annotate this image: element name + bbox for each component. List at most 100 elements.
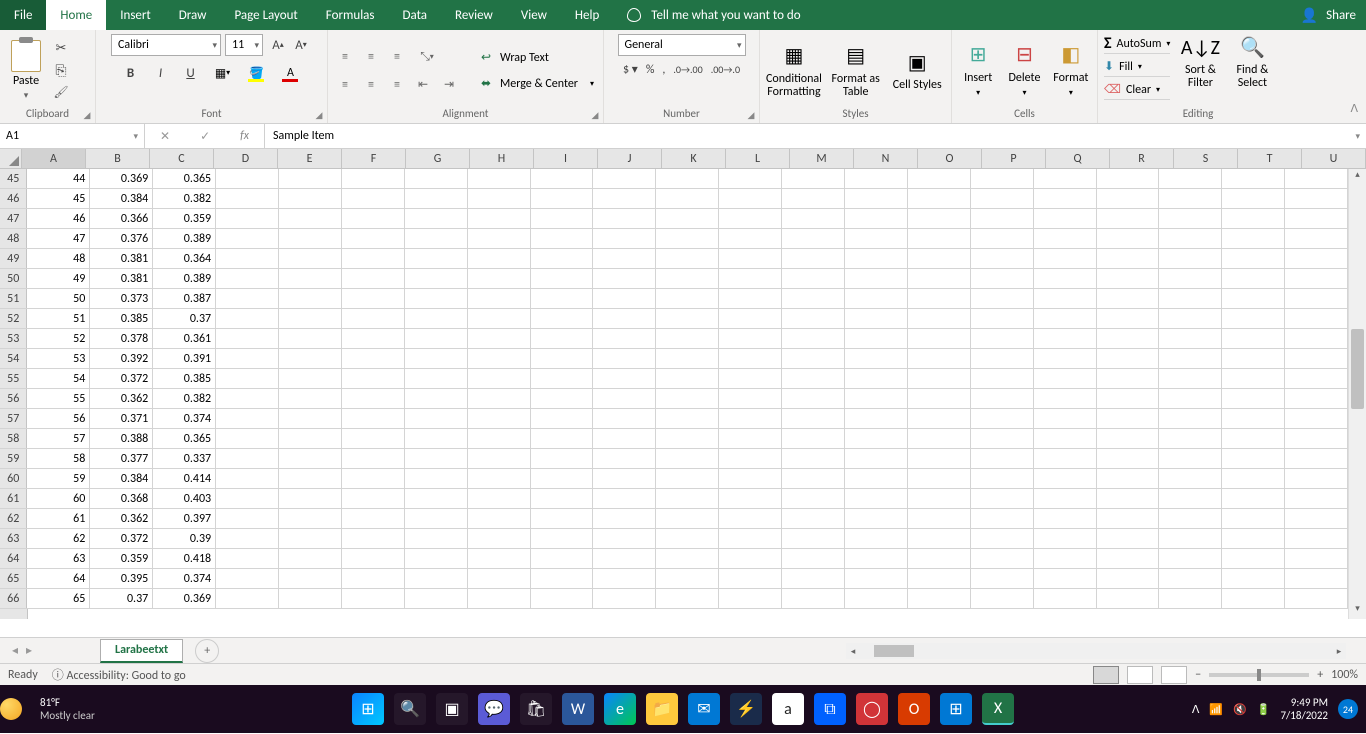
cell-C60[interactable]: 0.414 xyxy=(153,469,216,488)
cell-O45[interactable] xyxy=(908,169,971,188)
cell-I55[interactable] xyxy=(531,369,594,388)
cell-C59[interactable]: 0.337 xyxy=(153,449,216,468)
cell-K52[interactable] xyxy=(656,309,719,328)
cell-E48[interactable] xyxy=(279,229,342,248)
cell-G46[interactable] xyxy=(405,189,468,208)
cell-C64[interactable]: 0.418 xyxy=(153,549,216,568)
cell-T59[interactable] xyxy=(1222,449,1285,468)
office-app-icon[interactable]: O xyxy=(898,693,930,725)
cell-E56[interactable] xyxy=(279,389,342,408)
scroll-up-button[interactable]: ▴ xyxy=(1349,169,1366,185)
cell-R50[interactable] xyxy=(1097,269,1160,288)
cell-K46[interactable] xyxy=(656,189,719,208)
cell-I47[interactable] xyxy=(531,209,594,228)
cell-K53[interactable] xyxy=(656,329,719,348)
cell-B57[interactable]: 0.371 xyxy=(90,409,153,428)
cell-H53[interactable] xyxy=(468,329,531,348)
cell-F65[interactable] xyxy=(342,569,405,588)
tab-insert[interactable]: Insert xyxy=(106,0,165,30)
zoom-level[interactable]: 100% xyxy=(1331,668,1358,682)
cell-G53[interactable] xyxy=(405,329,468,348)
cell-U64[interactable] xyxy=(1285,549,1348,568)
decrease-decimal-button[interactable]: .00→.0 xyxy=(711,63,740,76)
insert-cells-button[interactable]: ⊞Insert▾ xyxy=(958,42,998,100)
cell-C53[interactable]: 0.361 xyxy=(153,329,216,348)
cell-C45[interactable]: 0.365 xyxy=(153,169,216,188)
select-all-button[interactable] xyxy=(0,149,22,168)
cell-E61[interactable] xyxy=(279,489,342,508)
align-top-button[interactable]: ≡ xyxy=(334,46,356,68)
increase-decimal-button[interactable]: .0→.00 xyxy=(673,63,702,76)
cell-C46[interactable]: 0.382 xyxy=(153,189,216,208)
number-format-combo[interactable]: General xyxy=(618,34,746,56)
cell-D60[interactable] xyxy=(216,469,279,488)
row-header-62[interactable]: 62 xyxy=(0,509,27,528)
cell-H55[interactable] xyxy=(468,369,531,388)
cell-I62[interactable] xyxy=(531,509,594,528)
cell-G52[interactable] xyxy=(405,309,468,328)
column-header-Q[interactable]: Q xyxy=(1046,149,1110,168)
cell-R55[interactable] xyxy=(1097,369,1160,388)
cell-C47[interactable]: 0.359 xyxy=(153,209,216,228)
row-header-49[interactable]: 49 xyxy=(0,249,27,268)
cell-S55[interactable] xyxy=(1159,369,1222,388)
cell-H64[interactable] xyxy=(468,549,531,568)
cell-N49[interactable] xyxy=(845,249,908,268)
cell-D58[interactable] xyxy=(216,429,279,448)
cell-E60[interactable] xyxy=(279,469,342,488)
cell-Q47[interactable] xyxy=(1034,209,1097,228)
cell-F49[interactable] xyxy=(342,249,405,268)
number-launcher[interactable]: ◢ xyxy=(745,109,757,121)
cell-N52[interactable] xyxy=(845,309,908,328)
cell-J45[interactable] xyxy=(593,169,656,188)
cell-C65[interactable]: 0.374 xyxy=(153,569,216,588)
cell-S48[interactable] xyxy=(1159,229,1222,248)
cell-B64[interactable]: 0.359 xyxy=(90,549,153,568)
cell-D59[interactable] xyxy=(216,449,279,468)
cell-G47[interactable] xyxy=(405,209,468,228)
cell-M53[interactable] xyxy=(782,329,845,348)
cell-F58[interactable] xyxy=(342,429,405,448)
cell-Q45[interactable] xyxy=(1034,169,1097,188)
tab-help[interactable]: Help xyxy=(561,0,613,30)
cell-E47[interactable] xyxy=(279,209,342,228)
cell-F56[interactable] xyxy=(342,389,405,408)
increase-indent-button[interactable]: ⇥ xyxy=(438,74,460,96)
cell-O56[interactable] xyxy=(908,389,971,408)
cell-H56[interactable] xyxy=(468,389,531,408)
cell-M65[interactable] xyxy=(782,569,845,588)
cell-I48[interactable] xyxy=(531,229,594,248)
cell-Q52[interactable] xyxy=(1034,309,1097,328)
cell-Q53[interactable] xyxy=(1034,329,1097,348)
cell-H58[interactable] xyxy=(468,429,531,448)
app-icon-1[interactable]: ⚡ xyxy=(730,693,762,725)
column-header-M[interactable]: M xyxy=(790,149,854,168)
cell-T52[interactable] xyxy=(1222,309,1285,328)
cell-Q58[interactable] xyxy=(1034,429,1097,448)
cell-S45[interactable] xyxy=(1159,169,1222,188)
cell-K49[interactable] xyxy=(656,249,719,268)
cell-D65[interactable] xyxy=(216,569,279,588)
cell-H63[interactable] xyxy=(468,529,531,548)
cell-T58[interactable] xyxy=(1222,429,1285,448)
cell-U53[interactable] xyxy=(1285,329,1348,348)
cell-D55[interactable] xyxy=(216,369,279,388)
cell-S53[interactable] xyxy=(1159,329,1222,348)
cell-P46[interactable] xyxy=(971,189,1034,208)
row-header-65[interactable]: 65 xyxy=(0,569,27,588)
cell-A51[interactable]: 50 xyxy=(27,289,90,308)
cell-B61[interactable]: 0.368 xyxy=(90,489,153,508)
tab-view[interactable]: View xyxy=(507,0,561,30)
cell-I52[interactable] xyxy=(531,309,594,328)
cell-Q51[interactable] xyxy=(1034,289,1097,308)
paste-button[interactable]: Paste ▾ xyxy=(6,40,46,101)
cell-F62[interactable] xyxy=(342,509,405,528)
cell-N47[interactable] xyxy=(845,209,908,228)
cell-N57[interactable] xyxy=(845,409,908,428)
cell-M55[interactable] xyxy=(782,369,845,388)
row-header-66[interactable]: 66 xyxy=(0,589,27,608)
cell-T60[interactable] xyxy=(1222,469,1285,488)
cell-E49[interactable] xyxy=(279,249,342,268)
cell-P48[interactable] xyxy=(971,229,1034,248)
find-select-button[interactable]: 🔍Find & Select xyxy=(1230,34,1274,90)
